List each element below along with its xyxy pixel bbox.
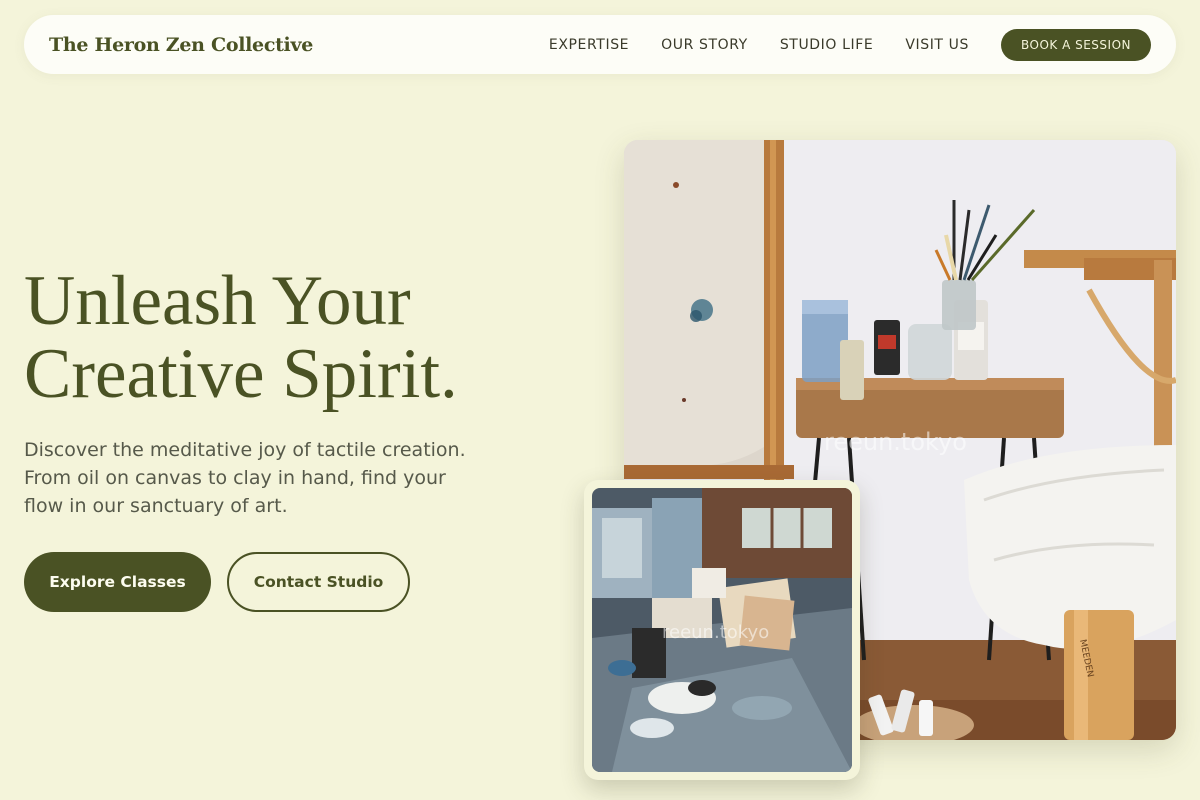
studio-interior-illustration: reeun.tokyo <box>592 488 852 772</box>
nav-link-visit-us[interactable]: VISIT US <box>905 37 969 53</box>
hero-title-line-2: Creative Spirit. <box>24 335 458 413</box>
book-session-button[interactable]: BOOK A SESSION <box>1000 28 1151 61</box>
studio-photo-inset-frame: reeun.tokyo <box>584 480 860 780</box>
studio-photo-inset: reeun.tokyo <box>592 488 852 772</box>
hero-title-line-1: Unleash Your <box>24 262 411 340</box>
main-photo-watermark: reeun.tokyo <box>824 428 967 456</box>
nav-link-studio-life[interactable]: STUDIO LIFE <box>780 37 874 53</box>
brand-logo[interactable]: The Heron Zen Collective <box>49 34 313 56</box>
hero-title: Unleash Your Creative Spirit. <box>24 265 584 411</box>
top-nav: The Heron Zen Collective EXPERTISE OUR S… <box>24 15 1176 74</box>
nav-link-our-story[interactable]: OUR STORY <box>661 37 748 53</box>
contact-studio-button[interactable]: Contact Studio <box>227 552 410 612</box>
hero-subtitle: Discover the meditative joy of tactile c… <box>24 439 466 517</box>
inset-photo-watermark: reeun.tokyo <box>662 622 769 643</box>
nav-link-expertise[interactable]: EXPERTISE <box>549 37 629 53</box>
explore-classes-button[interactable]: Explore Classes <box>24 552 211 612</box>
nav-links: EXPERTISE OUR STORY STUDIO LIFE VISIT US… <box>549 28 1151 61</box>
